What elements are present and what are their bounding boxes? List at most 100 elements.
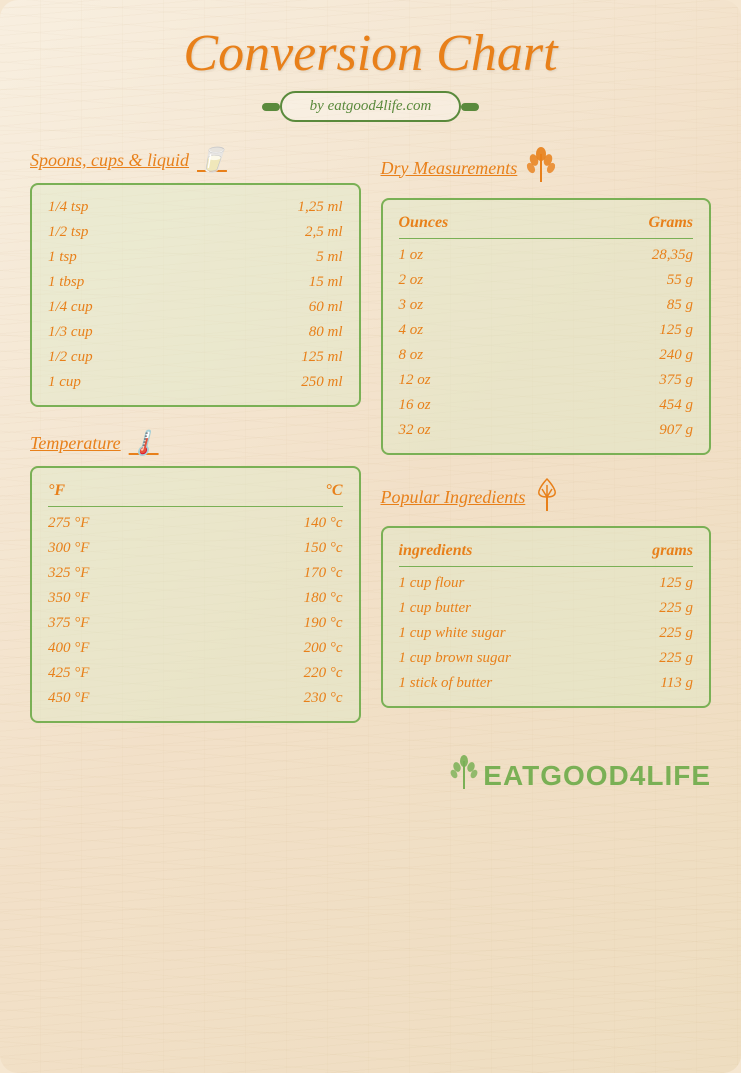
dry-left-7: 16 oz (399, 397, 431, 414)
temp-left-4: 350 °F (48, 590, 89, 607)
spoons-left-7: 1/2 cup (48, 349, 93, 366)
spoons-row-5: 1/4 cup 60 ml (48, 295, 343, 320)
dry-left-5: 8 oz (399, 347, 424, 364)
temperature-section: Temperature 🌡️ °F °C 275 °F 140 °c 300 °… (30, 429, 361, 723)
temp-header-right: °C (325, 482, 342, 500)
dry-left-8: 32 oz (399, 422, 431, 439)
temperature-header: °F °C (48, 478, 343, 507)
dry-left-3: 3 oz (399, 297, 424, 314)
temp-right-7: 220 °c (304, 665, 343, 682)
dry-right-3: 85 g (667, 297, 693, 314)
dry-left-4: 4 oz (399, 322, 424, 339)
ingr-row-2: 1 cup butter 225 g (399, 596, 694, 621)
temp-row-7: 425 °F 220 °c (48, 661, 343, 686)
ingr-right-4: 225 g (659, 650, 693, 667)
ingr-header-left: ingredients (399, 542, 473, 560)
dry-right-8: 907 g (659, 422, 693, 439)
temp-right-6: 200 °c (304, 640, 343, 657)
temp-left-1: 275 °F (48, 515, 89, 532)
temp-left-2: 300 °F (48, 540, 89, 557)
ingredients-label: Popular Ingredients (381, 487, 526, 508)
spoons-section: Spoons, cups & liquid 🥛 1/4 tsp 1,25 ml … (30, 146, 361, 407)
temp-left-6: 400 °F (48, 640, 89, 657)
spoons-right-6: 80 ml (309, 324, 343, 341)
spoons-right-1: 1,25 ml (298, 199, 343, 216)
spoons-left-2: 1/2 tsp (48, 224, 88, 241)
temp-right-2: 150 °c (304, 540, 343, 557)
page-title: Conversion Chart (30, 24, 711, 83)
dry-right-1: 28,35g (652, 247, 693, 264)
spoons-right-2: 2,5 ml (305, 224, 343, 241)
dry-table: Ounces Grams 1 oz 28,35g 2 oz 55 g 3 oz … (381, 198, 712, 455)
dry-row-2: 2 oz 55 g (399, 268, 694, 293)
page: Conversion Chart by eatgood4life.com Spo… (0, 0, 741, 1073)
left-column: Spoons, cups & liquid 🥛 1/4 tsp 1,25 ml … (30, 146, 361, 745)
ingr-right-5: 113 g (660, 675, 693, 692)
dry-left-6: 12 oz (399, 372, 431, 389)
dry-row-5: 8 oz 240 g (399, 343, 694, 368)
subtitle-text: by eatgood4life.com (310, 98, 432, 114)
subtitle-box: by eatgood4life.com (30, 91, 711, 122)
measuring-cup-icon: 🥛 (197, 146, 227, 175)
dry-row-4: 4 oz 125 g (399, 318, 694, 343)
spoons-right-8: 250 ml (301, 374, 342, 391)
dry-left-1: 1 oz (399, 247, 424, 264)
spoons-left-4: 1 tbsp (48, 274, 84, 291)
dry-right-4: 125 g (659, 322, 693, 339)
dry-right-5: 240 g (659, 347, 693, 364)
spoons-row-7: 1/2 cup 125 ml (48, 345, 343, 370)
ingr-right-3: 225 g (659, 625, 693, 642)
dry-section: Dry Measurements Ounc (381, 146, 712, 455)
spoons-row-8: 1 cup 250 ml (48, 370, 343, 395)
temp-header-left: °F (48, 482, 65, 500)
logo-text: EATGOOD4LIFE (483, 760, 711, 792)
right-column: Dry Measurements Ounc (381, 146, 712, 745)
dry-right-6: 375 g (659, 372, 693, 389)
dry-title: Dry Measurements (381, 146, 712, 190)
temp-left-5: 375 °F (48, 615, 89, 632)
ingr-right-2: 225 g (659, 600, 693, 617)
dry-row-3: 3 oz 85 g (399, 293, 694, 318)
spoons-right-7: 125 ml (301, 349, 342, 366)
spoons-row-6: 1/3 cup 80 ml (48, 320, 343, 345)
dry-row-7: 16 oz 454 g (399, 393, 694, 418)
spoons-left-5: 1/4 cup (48, 299, 93, 316)
thermometer-icon: 🌡️ (129, 429, 159, 458)
dry-header: Ounces Grams (399, 210, 694, 239)
ingr-left-4: 1 cup brown sugar (399, 650, 511, 667)
dry-left-2: 2 oz (399, 272, 424, 289)
temp-left-7: 425 °F (48, 665, 89, 682)
spoons-row-1: 1/4 tsp 1,25 ml (48, 195, 343, 220)
ingr-left-2: 1 cup butter (399, 600, 472, 617)
ingredients-section: Popular Ingredients ingredients (381, 477, 712, 708)
dry-right-2: 55 g (667, 272, 693, 289)
ingredients-title: Popular Ingredients (381, 477, 712, 518)
spoons-left-3: 1 tsp (48, 249, 77, 266)
temp-left-3: 325 °F (48, 565, 89, 582)
spoons-right-3: 5 ml (316, 249, 342, 266)
main-content: Spoons, cups & liquid 🥛 1/4 tsp 1,25 ml … (30, 146, 711, 745)
temperature-title: Temperature 🌡️ (30, 429, 361, 458)
temp-right-8: 230 °c (304, 690, 343, 707)
temp-left-8: 450 °F (48, 690, 89, 707)
temp-row-3: 325 °F 170 °c (48, 561, 343, 586)
temp-right-5: 190 °c (304, 615, 343, 632)
spoons-row-2: 1/2 tsp 2,5 ml (48, 220, 343, 245)
spoons-right-5: 60 ml (309, 299, 343, 316)
temp-row-2: 300 °F 150 °c (48, 536, 343, 561)
temp-row-4: 350 °F 180 °c (48, 586, 343, 611)
subtitle-pill: by eatgood4life.com (280, 91, 462, 122)
temp-row-8: 450 °F 230 °c (48, 686, 343, 711)
spoons-left-1: 1/4 tsp (48, 199, 88, 216)
dry-row-8: 32 oz 907 g (399, 418, 694, 443)
spoons-left-6: 1/3 cup (48, 324, 93, 341)
temperature-label: Temperature (30, 433, 121, 454)
ingr-row-4: 1 cup brown sugar 225 g (399, 646, 694, 671)
spoons-right-4: 15 ml (309, 274, 343, 291)
spoons-title: Spoons, cups & liquid 🥛 (30, 146, 361, 175)
temp-right-1: 140 °c (304, 515, 343, 532)
ingr-left-3: 1 cup white sugar (399, 625, 506, 642)
temp-row-1: 275 °F 140 °c (48, 511, 343, 536)
ingredients-header: ingredients grams (399, 538, 694, 567)
bottom-logo: EATGOOD4LIFE (30, 755, 711, 796)
